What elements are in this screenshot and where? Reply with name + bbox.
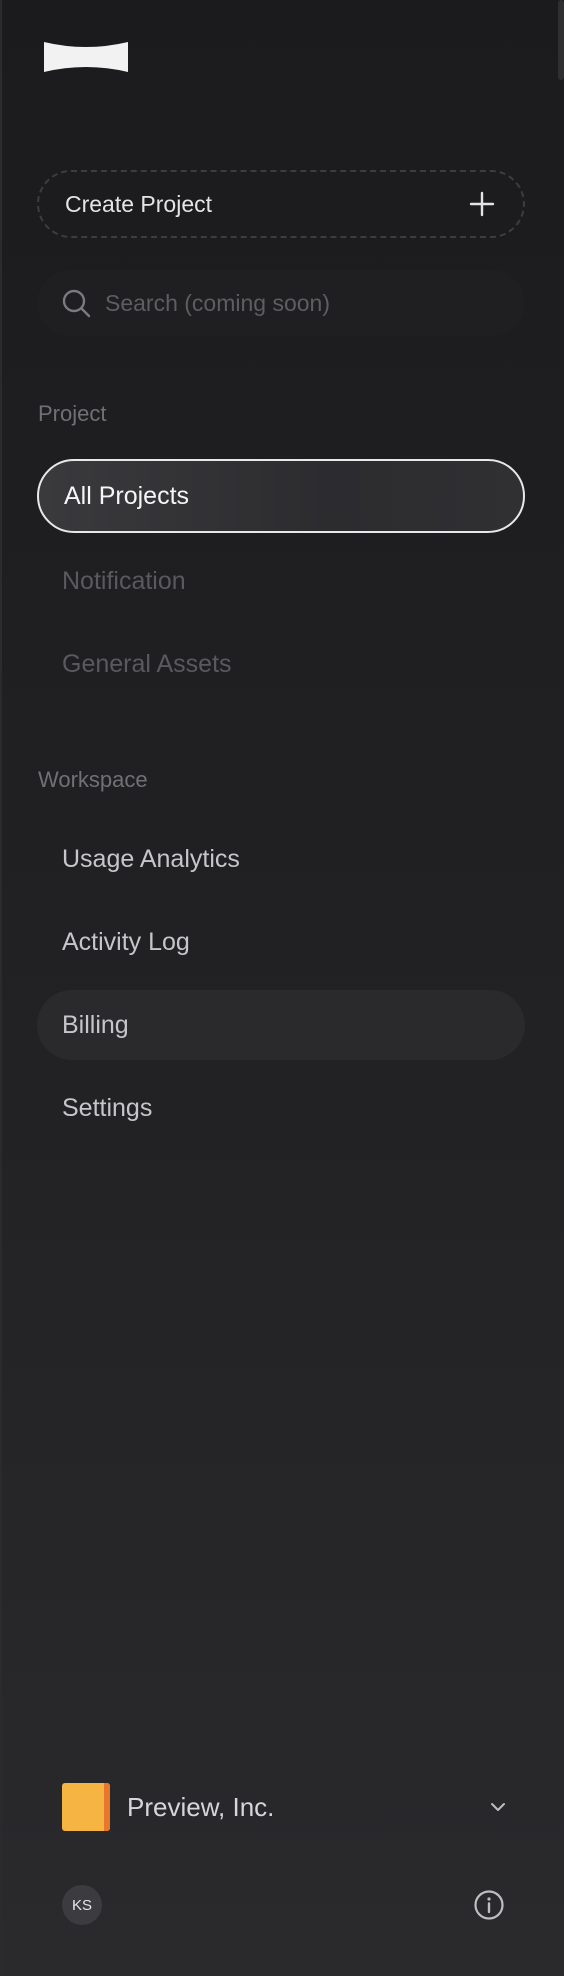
section-label-workspace: Workspace — [38, 767, 148, 792]
nav-item-label: Billing — [62, 1010, 129, 1039]
info-icon[interactable] — [473, 1889, 505, 1921]
workspace-logo — [62, 1783, 110, 1831]
brand-logo-icon[interactable] — [44, 42, 128, 72]
nav-item-label: General Assets — [62, 649, 232, 678]
nav-item-label: Usage Analytics — [62, 844, 240, 873]
nav-item-label: Activity Log — [62, 927, 190, 956]
chevron-down-icon — [491, 1803, 505, 1811]
nav-item-billing[interactable]: Billing — [37, 990, 525, 1060]
nav-item-label: Settings — [62, 1093, 153, 1122]
workspace-name: Preview, Inc. — [127, 1791, 275, 1822]
sidebar: Create Project Project All Projects Noti… — [0, 0, 564, 1976]
nav-item-notification[interactable]: Notification — [37, 546, 525, 616]
nav-item-general-assets[interactable]: General Assets — [37, 629, 525, 699]
plus-icon — [469, 191, 495, 217]
nav-item-label: All Projects — [64, 481, 190, 510]
search-bar[interactable] — [37, 270, 525, 336]
create-project-label: Create Project — [65, 190, 213, 217]
workspace-switcher[interactable]: Preview, Inc. — [62, 1782, 508, 1832]
nav-item-label: Notification — [62, 566, 186, 595]
user-avatar[interactable]: KS — [62, 1885, 102, 1925]
search-input[interactable] — [103, 288, 501, 318]
nav-item-activity-log[interactable]: Activity Log — [37, 907, 525, 977]
nav-item-all-projects[interactable]: All Projects — [37, 459, 525, 533]
section-label-project: Project — [38, 401, 107, 426]
create-project-button[interactable]: Create Project — [37, 170, 525, 238]
avatar-initials: KS — [71, 1896, 92, 1914]
nav-item-settings[interactable]: Settings — [37, 1073, 525, 1143]
search-icon — [62, 289, 91, 318]
scrollbar[interactable] — [558, 0, 564, 80]
nav-item-usage-analytics[interactable]: Usage Analytics — [37, 824, 525, 894]
